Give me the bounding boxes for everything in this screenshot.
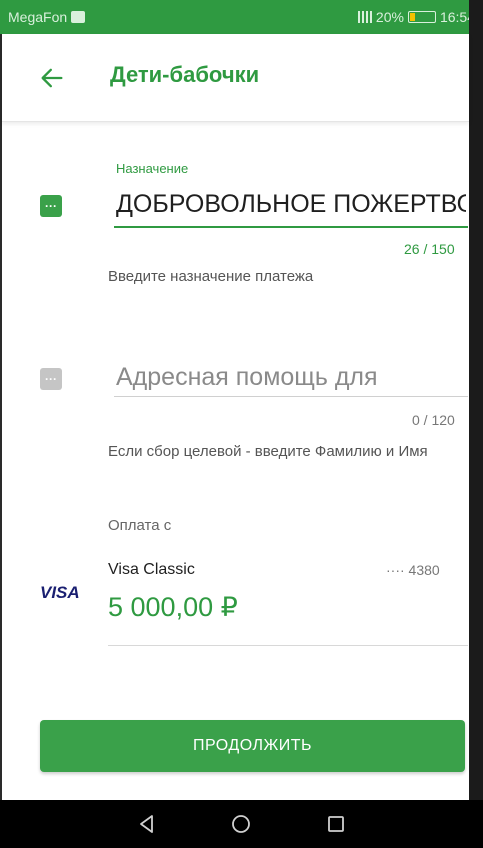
purpose-counter: 26 / 150	[404, 241, 455, 257]
purpose-hint: Введите назначение платежа	[108, 268, 314, 285]
purpose-input-underline	[114, 226, 468, 228]
purpose-field-icon: ···	[40, 195, 62, 217]
activity-icon	[71, 11, 86, 23]
payment-source-label: Оплата с	[108, 517, 172, 534]
card-balance: 5 000,00 ₽	[108, 592, 238, 622]
status-left: MegaFon	[8, 9, 86, 25]
signal-icon	[355, 11, 372, 23]
screen-edge-right	[469, 0, 483, 800]
address-input-underline	[114, 396, 468, 397]
address-hint: Если сбор целевой - введите Фамилию и Им…	[108, 443, 428, 460]
status-bar: MegaFon 20% 16:54	[0, 0, 483, 34]
address-field-icon: ···	[40, 368, 62, 390]
purpose-input[interactable]: ДОБРОВОЛЬНОЕ ПОЖЕРТВОВАНИЕ	[116, 190, 466, 219]
continue-button[interactable]: ПРОДОЛЖИТЬ	[40, 720, 465, 772]
address-counter: 0 / 120	[412, 412, 455, 428]
back-arrow-icon[interactable]	[38, 64, 66, 92]
address-input[interactable]: Адресная помощь для	[116, 363, 466, 392]
status-right: 20% 16:54	[355, 9, 475, 25]
nav-back-icon[interactable]	[135, 812, 159, 836]
nav-recents-icon[interactable]	[324, 812, 348, 836]
carrier-label: MegaFon	[8, 9, 68, 25]
visa-logo-icon: VISA	[40, 583, 80, 602]
app-bar: Дети-бабочки	[2, 34, 469, 122]
battery-percent: 20%	[375, 9, 404, 25]
screen-edge-left	[0, 34, 2, 800]
system-nav-bar	[0, 800, 483, 848]
payment-divider	[108, 645, 468, 646]
page-title: Дети-бабочки	[110, 62, 260, 87]
battery-icon	[407, 11, 436, 23]
card-name[interactable]: Visa Classic	[108, 561, 195, 579]
purpose-label: Назначение	[116, 161, 189, 176]
nav-home-icon[interactable]	[229, 812, 253, 836]
card-number: ···· 4380	[386, 562, 440, 578]
